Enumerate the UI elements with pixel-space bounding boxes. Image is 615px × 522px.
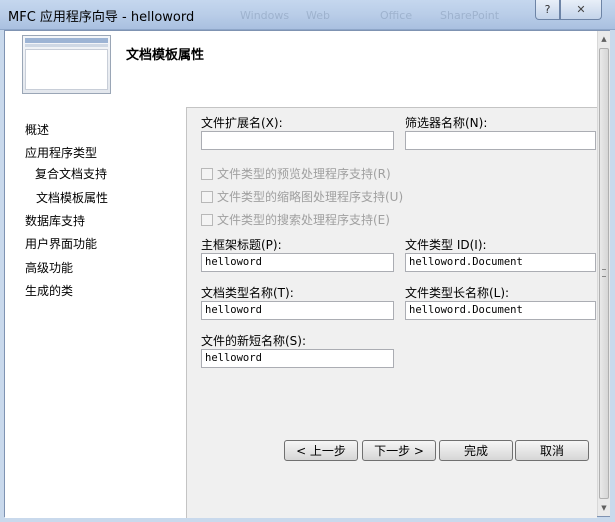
file-new-short-name-label: 文件的新短名称(S): [201,334,307,348]
thumbnail-handler-label: 文件类型的缩略图处理程序支持(U) [217,190,404,204]
nav-item-database-support[interactable]: 数据库支持 [25,212,85,229]
filter-name-label: 筛选器名称(N): [405,116,488,130]
main-frame-caption-input[interactable]: helloword [201,253,394,272]
preview-handler-label: 文件类型的预览处理程序支持(R) [217,167,391,181]
doc-type-name-label: 文档类型名称(T): [201,286,294,300]
background-hint-sharepoint: SharePoint [440,9,500,22]
nav-item-overview[interactable]: 概述 [25,121,49,138]
preview-body [25,49,108,90]
thumbnail-handler-checkbox[interactable] [201,190,213,203]
nav-item-compound-document[interactable]: 复合文档支持 [35,165,107,182]
scroll-down-arrow-icon[interactable]: ▼ [598,500,610,516]
file-type-id-label: 文件类型 ID(I): [405,238,487,252]
file-type-long-name-input[interactable]: helloword.Document [405,301,596,320]
page-title: 文档模板属性 [126,48,205,63]
window-preview-image [22,35,111,94]
preview-handler-checkbox[interactable] [201,167,213,180]
file-new-short-name-input[interactable]: helloword [201,349,394,368]
background-hint-web: Web [306,9,330,22]
wizard-header: 文档模板属性 [5,31,597,107]
search-handler-label: 文件类型的搜索处理程序支持(E) [217,213,390,227]
nav-item-advanced-features[interactable]: 高级功能 [25,259,73,276]
preview-menubar [25,44,108,47]
nav-item-ui-features[interactable]: 用户界面功能 [25,235,97,252]
file-type-id-input[interactable]: helloword.Document [405,253,596,272]
doc-type-name-input[interactable]: helloword [201,301,394,320]
file-extension-label: 文件扩展名(X): [201,116,283,130]
preview-handler-checkbox-row[interactable]: 文件类型的预览处理程序支持(R) [201,165,391,182]
thumbnail-handler-checkbox-row[interactable]: 文件类型的缩略图处理程序支持(U) [201,188,403,205]
nav-item-application-type[interactable]: 应用程序类型 [25,144,97,161]
background-hint-windows: Windows [240,9,290,22]
scroll-up-arrow-icon[interactable]: ▲ [598,31,610,47]
nav-item-document-template[interactable]: 文档模板属性 [36,189,108,206]
search-handler-checkbox-row[interactable]: 文件类型的搜索处理程序支持(E) [201,211,390,228]
wizard-dialog: 文档模板属性 概述 应用程序类型 复合文档支持 文档模板属性 数据库支持 用户界… [4,30,610,518]
cancel-button[interactable]: 取消 [515,440,589,461]
main-frame-caption-label: 主框架标题(P): [201,238,282,252]
help-button[interactable]: ? [535,0,560,20]
search-handler-checkbox[interactable] [201,213,213,226]
next-button[interactable]: 下一步 > [362,440,436,461]
nav-item-generated-classes[interactable]: 生成的类 [25,282,73,299]
finish-button[interactable]: 完成 [439,440,513,461]
file-extension-input[interactable] [201,131,394,150]
window-title: MFC 应用程序向导 - helloword [8,10,195,25]
preview-titlebar [25,38,108,43]
wizard-nav: 概述 应用程序类型 复合文档支持 文档模板属性 数据库支持 用户界面功能 高级功… [5,107,186,518]
file-type-long-name-label: 文件类型长名称(L): [405,286,510,300]
previous-button[interactable]: < 上一步 [284,440,358,461]
grip-icon [602,269,606,277]
filter-name-input[interactable] [405,131,596,150]
background-hint-office: Office [380,9,413,22]
close-button[interactable]: ✕ [560,0,602,20]
vertical-scrollbar[interactable]: ▲ ▼ [597,31,610,516]
scrollbar-thumb[interactable] [599,48,609,499]
title-bar: Windows Web Office SharePoint MFC 应用程序向导… [0,0,615,30]
